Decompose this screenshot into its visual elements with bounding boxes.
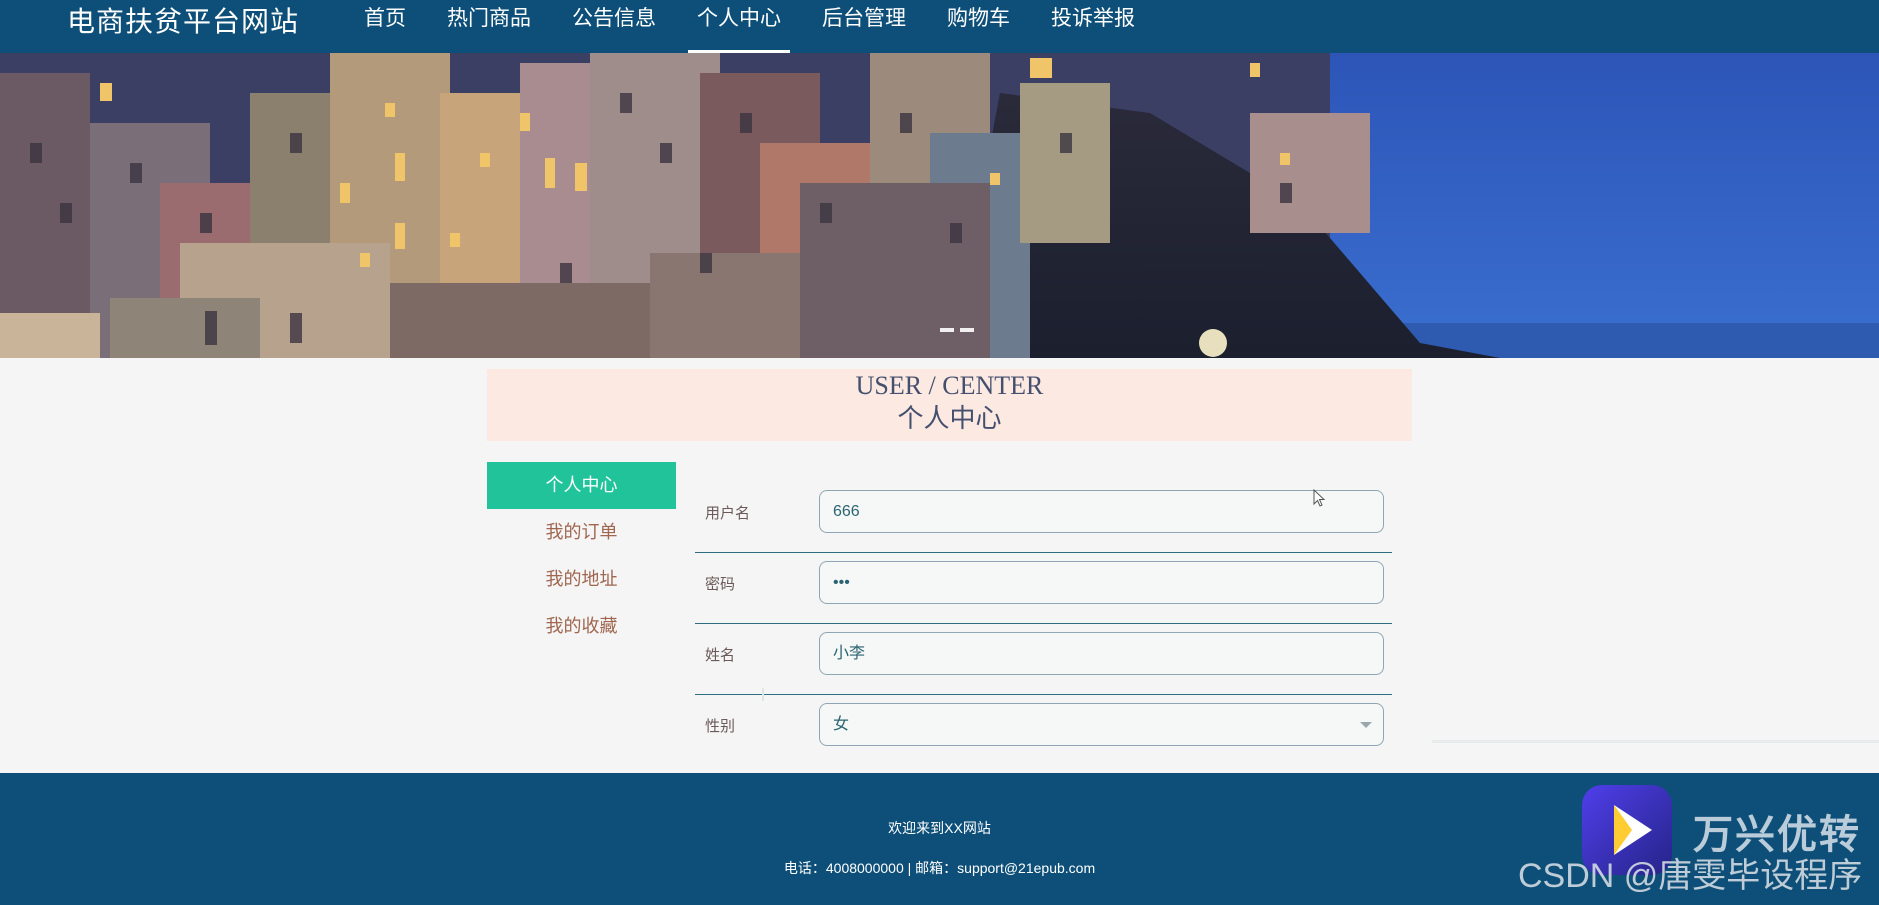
form-row-password: 密码 ••• [695, 553, 1392, 624]
gender-select[interactable]: 女 [819, 703, 1384, 746]
divider-line [1432, 740, 1879, 743]
section-title-cn: 个人中心 [897, 404, 1002, 433]
username-input[interactable]: 666 [819, 490, 1384, 533]
nav-user-center[interactable]: 个人中心 [688, 0, 790, 53]
site-brand[interactable]: 电商扶贫平台网站 [67, 4, 299, 40]
gender-label: 性别 [705, 718, 736, 735]
watermark-csdn: CSDN @唐雯毕设程序 [1518, 857, 1863, 895]
name-input[interactable]: 小李 [819, 632, 1384, 675]
profile-form: 用户名 666 密码 ••• 姓名 小李 性别 女 [695, 482, 1392, 766]
name-label: 姓名 [705, 647, 736, 664]
top-navbar: 电商扶贫平台网站 首页 热门商品 公告信息 个人中心 后台管理 购物车 投诉举报 [0, 0, 1879, 53]
password-label: 密码 [705, 576, 736, 593]
username-label: 用户名 [705, 505, 751, 522]
password-input[interactable]: ••• [819, 561, 1384, 604]
chevron-down-icon [1360, 722, 1372, 728]
nav-admin[interactable]: 后台管理 [813, 0, 915, 53]
sidebar-item-addresses[interactable]: 我的地址 [487, 556, 676, 603]
user-center-sidebar: 个人中心 我的订单 我的地址 我的收藏 [487, 462, 676, 650]
section-title-en: USER / CENTER [855, 371, 1044, 400]
hero-banner[interactable] [0, 53, 1879, 358]
sidebar-item-profile[interactable]: 个人中心 [487, 462, 676, 509]
text-caret [762, 688, 764, 701]
mouse-cursor-icon [1313, 489, 1326, 507]
sidebar-item-favorites[interactable]: 我的收藏 [487, 603, 676, 650]
nav-home[interactable]: 首页 [355, 0, 415, 53]
carousel-dot-1[interactable] [940, 328, 954, 332]
nav-complaints[interactable]: 投诉举报 [1042, 0, 1144, 53]
nav-cart[interactable]: 购物车 [938, 0, 1019, 53]
gender-selected-value: 女 [833, 716, 850, 733]
main-nav: 首页 热门商品 公告信息 个人中心 后台管理 购物车 投诉举报 [355, 0, 1167, 53]
carousel-indicators [940, 328, 974, 332]
banner-image [0, 53, 1879, 358]
nav-hot-products[interactable]: 热门商品 [438, 0, 540, 53]
sidebar-item-orders[interactable]: 我的订单 [487, 509, 676, 556]
nav-announcements[interactable]: 公告信息 [563, 0, 665, 53]
carousel-dot-2[interactable] [960, 328, 974, 332]
section-header: USER / CENTER 个人中心 [487, 369, 1412, 441]
form-row-name: 姓名 小李 [695, 624, 1392, 695]
form-row-gender: 性别 女 [695, 695, 1392, 766]
form-row-username: 用户名 666 [695, 482, 1392, 553]
